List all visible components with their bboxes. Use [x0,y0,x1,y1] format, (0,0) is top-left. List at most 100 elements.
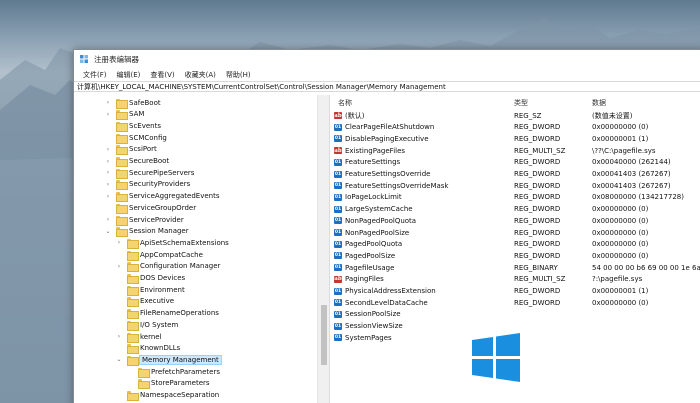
chevron-right-icon[interactable]: › [104,167,112,178]
tree-item[interactable]: PrefetchParameters [126,366,220,378]
value-row[interactable]: 01 SessionPoolSize [330,309,700,320]
tree-item[interactable]: StoreParameters [126,378,210,390]
tree-item-label: StoreParameters [151,379,210,388]
chevron-right-icon[interactable]: › [115,237,123,248]
menu-edit[interactable]: 编辑(E) [112,70,146,80]
tree-item-label: SCMConfig [129,133,167,142]
value-row[interactable]: ab ExistingPageFiles REG_MULTI_SZ \??\C:\pa… [330,145,700,156]
folder-icon [116,145,128,156]
folder-icon [127,355,139,366]
tree-item[interactable]: › ServiceProvider [104,214,184,226]
chevron-right-icon[interactable]: › [104,156,112,167]
value-name: FeatureSettings [345,158,401,167]
column-header-data[interactable]: 数据 [592,98,606,108]
tree-item-label: SecureBoot [129,157,170,165]
menu-view[interactable]: 查看(V) [145,70,179,80]
folder-icon [116,227,128,238]
value-row[interactable]: 01 FeatureSettingsOverride REG_DWORD 0x0004… [330,169,700,180]
value-row[interactable]: 01 PagedPoolQuota REG_DWORD 0x00000000 (0) [330,239,700,250]
value-row[interactable]: ab (默认) REG_SZ (数值未设置) [330,110,700,121]
chevron-right-icon[interactable]: › [115,261,123,272]
value-row[interactable]: 01 NonPagedPoolSize REG_DWORD 0x00000000 (0… [330,227,700,238]
tree-item[interactable]: ScEvents [104,120,161,132]
chevron-down-icon[interactable]: ⌄ [115,354,123,365]
tree-item[interactable]: › Configuration Manager [115,261,220,273]
tree-item[interactable]: Executive [115,296,174,308]
binary-value-icon: 01 [334,310,342,318]
chevron-right-icon[interactable]: › [104,191,112,202]
tree-item-label: ServiceProvider [129,215,184,224]
tree-item[interactable]: › ApiSetSchemaExtensions [115,237,229,249]
tree-item[interactable]: KnownDLLs [115,343,181,355]
value-row[interactable]: 01 PagefileUsage REG_BINARY 54 00 00 00 b6 … [330,262,700,273]
value-row[interactable]: 01 FeatureSettingsOverrideMask REG_DWORD 0x… [330,180,700,191]
value-row[interactable]: 01 SessionViewSize [330,321,700,332]
tree-item[interactable]: ⌄ Session Manager [104,226,189,238]
chevron-right-icon[interactable]: › [104,214,112,225]
binary-value-icon: 01 [334,264,342,272]
tree-scrollbar[interactable] [317,95,329,403]
tree-item[interactable]: I/O System [115,319,178,331]
value-row[interactable]: 01 NonPagedPoolQuota REG_DWORD 0x00000000 (… [330,215,700,226]
tree-item[interactable]: DOS Devices [115,273,185,284]
tree-item[interactable]: ⌄ Memory Management [115,354,222,366]
chevron-down-icon[interactable]: ⌄ [104,226,112,237]
value-row[interactable]: 01 PhysicalAddressExtension REG_DWORD 0x000… [330,286,700,297]
tree-item-label: KnownDLLs [140,344,181,353]
value-type: REG_DWORD [514,193,561,202]
tree-item[interactable]: › SAM [104,109,144,121]
chevron-right-icon[interactable]: › [104,144,112,155]
column-header-name[interactable]: 名称 [338,98,352,108]
value-name: ClearPageFileAtShutdown [345,123,435,132]
tree-item[interactable]: SCMConfig [104,132,167,144]
tree-item-label: ScsiPort [129,145,157,154]
menu-file[interactable]: 文件(F) [78,70,112,80]
address-bar[interactable]: 计算机\HKEY_LOCAL_MACHINE\SYSTEM\CurrentCon… [74,81,700,92]
tree-item[interactable]: Environment [115,284,185,296]
folder-icon [127,274,139,284]
menu-help[interactable]: 帮助(H) [221,70,256,80]
chevron-right-icon[interactable]: › [115,331,123,342]
tree-item[interactable]: › ServiceAggregatedEvents [104,191,220,203]
tree-item[interactable]: ServiceGroupOrder [104,202,196,214]
title-bar: 注册表编辑器 [74,50,700,68]
value-row[interactable]: 01 IoPageLockLimit REG_DWORD 0x08000000 (13… [330,192,700,203]
tree-item[interactable]: NamespaceSeparation [115,390,219,401]
binary-value-icon: 01 [334,135,342,143]
tree-item-label: FileRenameOperations [140,309,219,318]
tree-item[interactable]: AppCompatCache [115,249,203,261]
tree-item[interactable]: › SecureBoot [104,156,169,167]
tree-item-label: SafeBoot [129,98,161,107]
chevron-right-icon[interactable]: › [104,97,112,108]
menu-favorites[interactable]: 收藏夹(A) [180,70,221,80]
tree-item[interactable]: › ScsiPort [104,144,157,156]
column-header-type[interactable]: 类型 [514,98,528,108]
value-type: REG_DWORD [514,287,561,295]
value-data: 0x00000000 (0) [592,205,649,214]
tree-item-label: NamespaceSeparation [140,391,220,399]
value-row[interactable]: 01 FeatureSettings REG_DWORD 0x00040000 (26… [330,157,700,168]
address-path[interactable]: 计算机\HKEY_LOCAL_MACHINE\SYSTEM\CurrentCon… [77,82,446,92]
folder-icon [116,168,128,179]
folder-icon [116,110,128,121]
value-name: (默认) [345,111,365,120]
value-row[interactable]: 01 DisablePagingExecutive REG_DWORD 0x00000… [330,133,700,144]
value-row[interactable]: ab PagingFiles REG_MULTI_SZ ?:\pagefile.sys [330,274,700,285]
value-type: REG_DWORD [514,205,561,214]
value-row[interactable]: 01 ClearPageFileAtShutdown REG_DWORD 0x0000… [330,122,700,133]
value-row[interactable]: 01 PagedPoolSize REG_DWORD 0x00000000 (0) [330,250,700,261]
value-row[interactable]: 01 LargeSystemCache REG_DWORD 0x00000000 (0… [330,204,700,215]
tree-scrollbar-thumb[interactable] [321,305,327,365]
tree-item[interactable]: › SecurityProviders [104,179,190,191]
chevron-right-icon[interactable]: › [104,109,112,120]
chevron-right-icon[interactable]: › [104,179,112,190]
tree-item[interactable]: FileRenameOperations [115,308,219,320]
tree-item[interactable]: › kernel [115,331,162,343]
value-row[interactable]: 01 SecondLevelDataCache REG_DWORD 0x0000000… [330,297,700,308]
tree-item[interactable]: › SecurePipeServers [104,167,194,179]
value-data: 0x00040000 (262144) [592,158,671,167]
tree-item-label: Environment [140,285,185,294]
tree-item[interactable]: › SafeBoot [104,97,161,109]
